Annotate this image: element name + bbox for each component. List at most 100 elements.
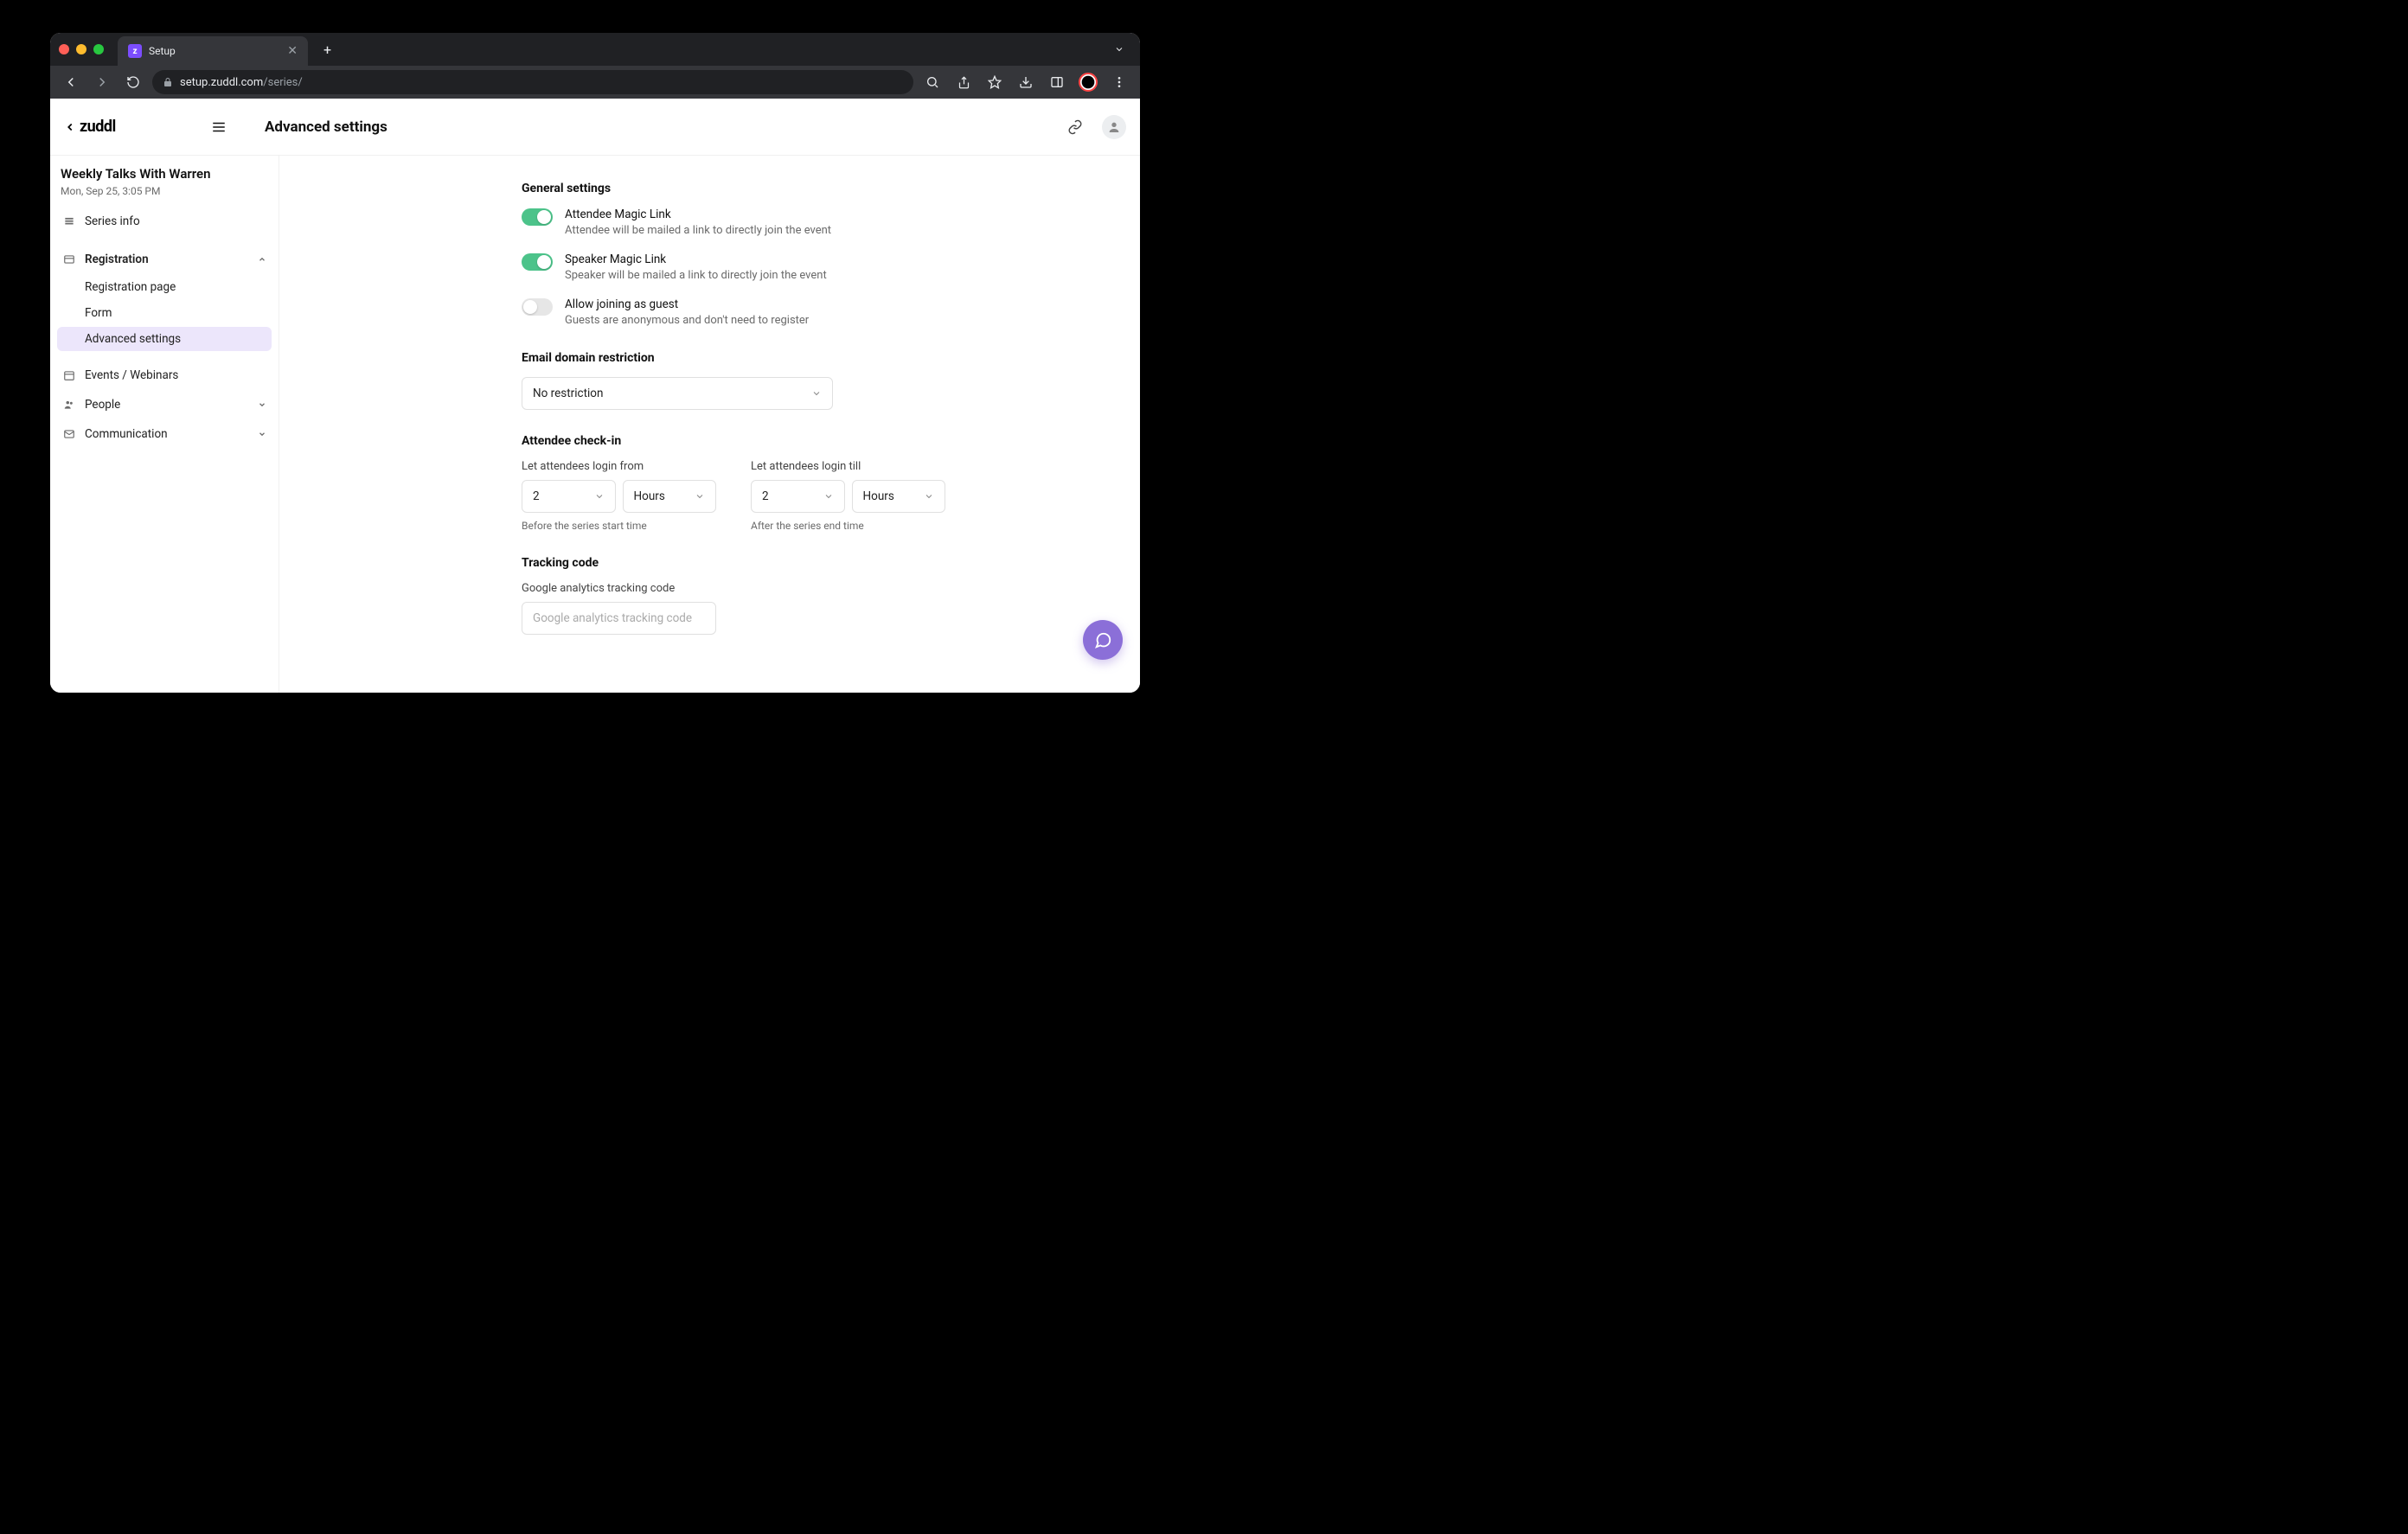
setting-label: Allow joining as guest (565, 297, 809, 311)
nav-label: Events / Webinars (85, 368, 266, 382)
stack-icon (62, 215, 76, 227)
sidebar: Weekly Talks With Warren Mon, Sep 25, 3:… (50, 156, 279, 693)
menu-icon[interactable] (1107, 70, 1131, 94)
toggle-speaker-magic-link[interactable] (522, 253, 553, 271)
sidebar-item-people[interactable]: People (57, 391, 272, 419)
nav-label: Registration (85, 252, 249, 266)
nav-label: People (85, 398, 249, 412)
chevron-down-icon (924, 491, 934, 502)
reload-button[interactable] (121, 70, 145, 94)
traffic-lights (59, 44, 104, 54)
tab-favicon: z (128, 44, 142, 58)
browser-tab[interactable]: z Setup ✕ (118, 36, 308, 66)
toggle-attendee-magic-link[interactable] (522, 208, 553, 226)
nav-label: Series info (85, 214, 266, 228)
app: zuddl Advanced settings Weekly Talks Wit… (50, 99, 1140, 693)
tab-bar: z Setup ✕ + (50, 33, 1140, 66)
login-from-value-dropdown[interactable]: 2 (522, 480, 616, 513)
brand-logo[interactable]: zuddl (80, 118, 116, 136)
sidebar-item-communication[interactable]: Communication (57, 420, 272, 448)
login-from-column: Let attendees login from 2 Hours (522, 460, 716, 532)
avatar[interactable] (1102, 115, 1126, 139)
login-till-unit-dropdown[interactable]: Hours (852, 480, 946, 513)
window-close-button[interactable] (59, 44, 69, 54)
chevron-down-icon (695, 491, 705, 502)
chevron-up-icon (258, 255, 266, 264)
nav-label: Communication (85, 427, 249, 441)
setting-row: Allow joining as guest Guests are anonym… (522, 297, 1140, 327)
domain-restriction-section: Email domain restriction No restriction (522, 351, 1140, 410)
url-input[interactable]: setup.zuddl.com/series/ (152, 70, 913, 94)
toggle-guest-join[interactable] (522, 298, 553, 316)
section-heading: Tracking code (522, 556, 1140, 570)
setting-desc: Speaker will be mailed a link to directl… (565, 269, 827, 282)
link-icon[interactable] (1062, 114, 1088, 140)
login-from-unit-dropdown[interactable]: Hours (623, 480, 717, 513)
chevron-down-icon (594, 491, 605, 502)
field-hint: After the series end time (751, 520, 945, 532)
chat-fab[interactable] (1083, 620, 1123, 660)
dropdown-value: 2 (762, 489, 823, 503)
calendar-icon (62, 369, 76, 381)
people-icon (62, 399, 76, 411)
tab-close-button[interactable]: ✕ (287, 44, 298, 58)
download-icon[interactable] (1014, 70, 1038, 94)
address-bar: setup.zuddl.com/series/ (50, 66, 1140, 99)
section-heading: General settings (522, 182, 1140, 195)
url-domain: setup.zuddl.com/series/ (180, 76, 303, 89)
field-hint: Before the series start time (522, 520, 716, 532)
chevron-down-icon (811, 388, 822, 399)
card-icon (62, 253, 76, 265)
domain-restriction-dropdown[interactable]: No restriction (522, 377, 833, 410)
extension-icon[interactable] (1076, 70, 1100, 94)
tracking-code-input[interactable] (522, 602, 716, 635)
panel-icon[interactable] (1045, 70, 1069, 94)
back-chevron-icon[interactable] (64, 121, 76, 133)
sidebar-item-registration[interactable]: Registration (57, 246, 272, 273)
page-title: Advanced settings (265, 118, 387, 136)
login-till-value-dropdown[interactable]: 2 (751, 480, 845, 513)
dropdown-value: No restriction (533, 387, 811, 400)
hamburger-icon[interactable] (208, 116, 230, 138)
dropdown-value: Hours (634, 489, 695, 503)
event-title: Weekly Talks With Warren (57, 166, 272, 182)
sidebar-subitem-advanced-settings[interactable]: Advanced settings (57, 327, 272, 351)
chevron-down-icon (258, 430, 266, 438)
event-date: Mon, Sep 25, 3:05 PM (57, 182, 272, 208)
sidebar-item-events[interactable]: Events / Webinars (57, 361, 272, 389)
general-settings-section: General settings Attendee Magic Link Att… (522, 182, 1140, 327)
setting-label: Speaker Magic Link (565, 252, 827, 266)
setting-label: Attendee Magic Link (565, 208, 831, 221)
section-heading: Attendee check-in (522, 434, 1140, 448)
sidebar-subitem-registration-page[interactable]: Registration page (57, 275, 272, 299)
dropdown-value: Hours (863, 489, 925, 503)
setting-row: Speaker Magic Link Speaker will be maile… (522, 252, 1140, 282)
forward-button[interactable] (90, 70, 114, 94)
sidebar-item-series-info[interactable]: Series info (57, 208, 272, 235)
search-icon[interactable] (920, 70, 945, 94)
window-maximize-button[interactable] (93, 44, 104, 54)
field-label: Let attendees login from (522, 460, 716, 473)
dropdown-value: 2 (533, 489, 594, 503)
star-icon[interactable] (983, 70, 1007, 94)
field-label: Google analytics tracking code (522, 582, 1140, 595)
mail-icon (62, 428, 76, 440)
setting-desc: Guests are anonymous and don't need to r… (565, 314, 809, 327)
new-tab-button[interactable]: + (317, 38, 338, 61)
tab-title: Setup (149, 45, 280, 57)
setting-row: Attendee Magic Link Attendee will be mai… (522, 208, 1140, 237)
checkin-section: Attendee check-in Let attendees login fr… (522, 434, 1140, 532)
back-button[interactable] (59, 70, 83, 94)
setting-desc: Attendee will be mailed a link to direct… (565, 224, 831, 237)
body: Weekly Talks With Warren Mon, Sep 25, 3:… (50, 156, 1140, 693)
chevron-down-icon (823, 491, 834, 502)
browser-window: z Setup ✕ + setup.zuddl.com/series/ (50, 33, 1140, 693)
window-minimize-button[interactable] (76, 44, 86, 54)
content: General settings Attendee Magic Link Att… (279, 156, 1140, 693)
share-icon[interactable] (951, 70, 976, 94)
login-till-column: Let attendees login till 2 Hours (751, 460, 945, 532)
tabs-dropdown-icon[interactable] (1107, 41, 1131, 58)
tracking-section: Tracking code Google analytics tracking … (522, 556, 1140, 635)
sidebar-subitem-form[interactable]: Form (57, 301, 272, 325)
lock-icon (163, 77, 173, 87)
